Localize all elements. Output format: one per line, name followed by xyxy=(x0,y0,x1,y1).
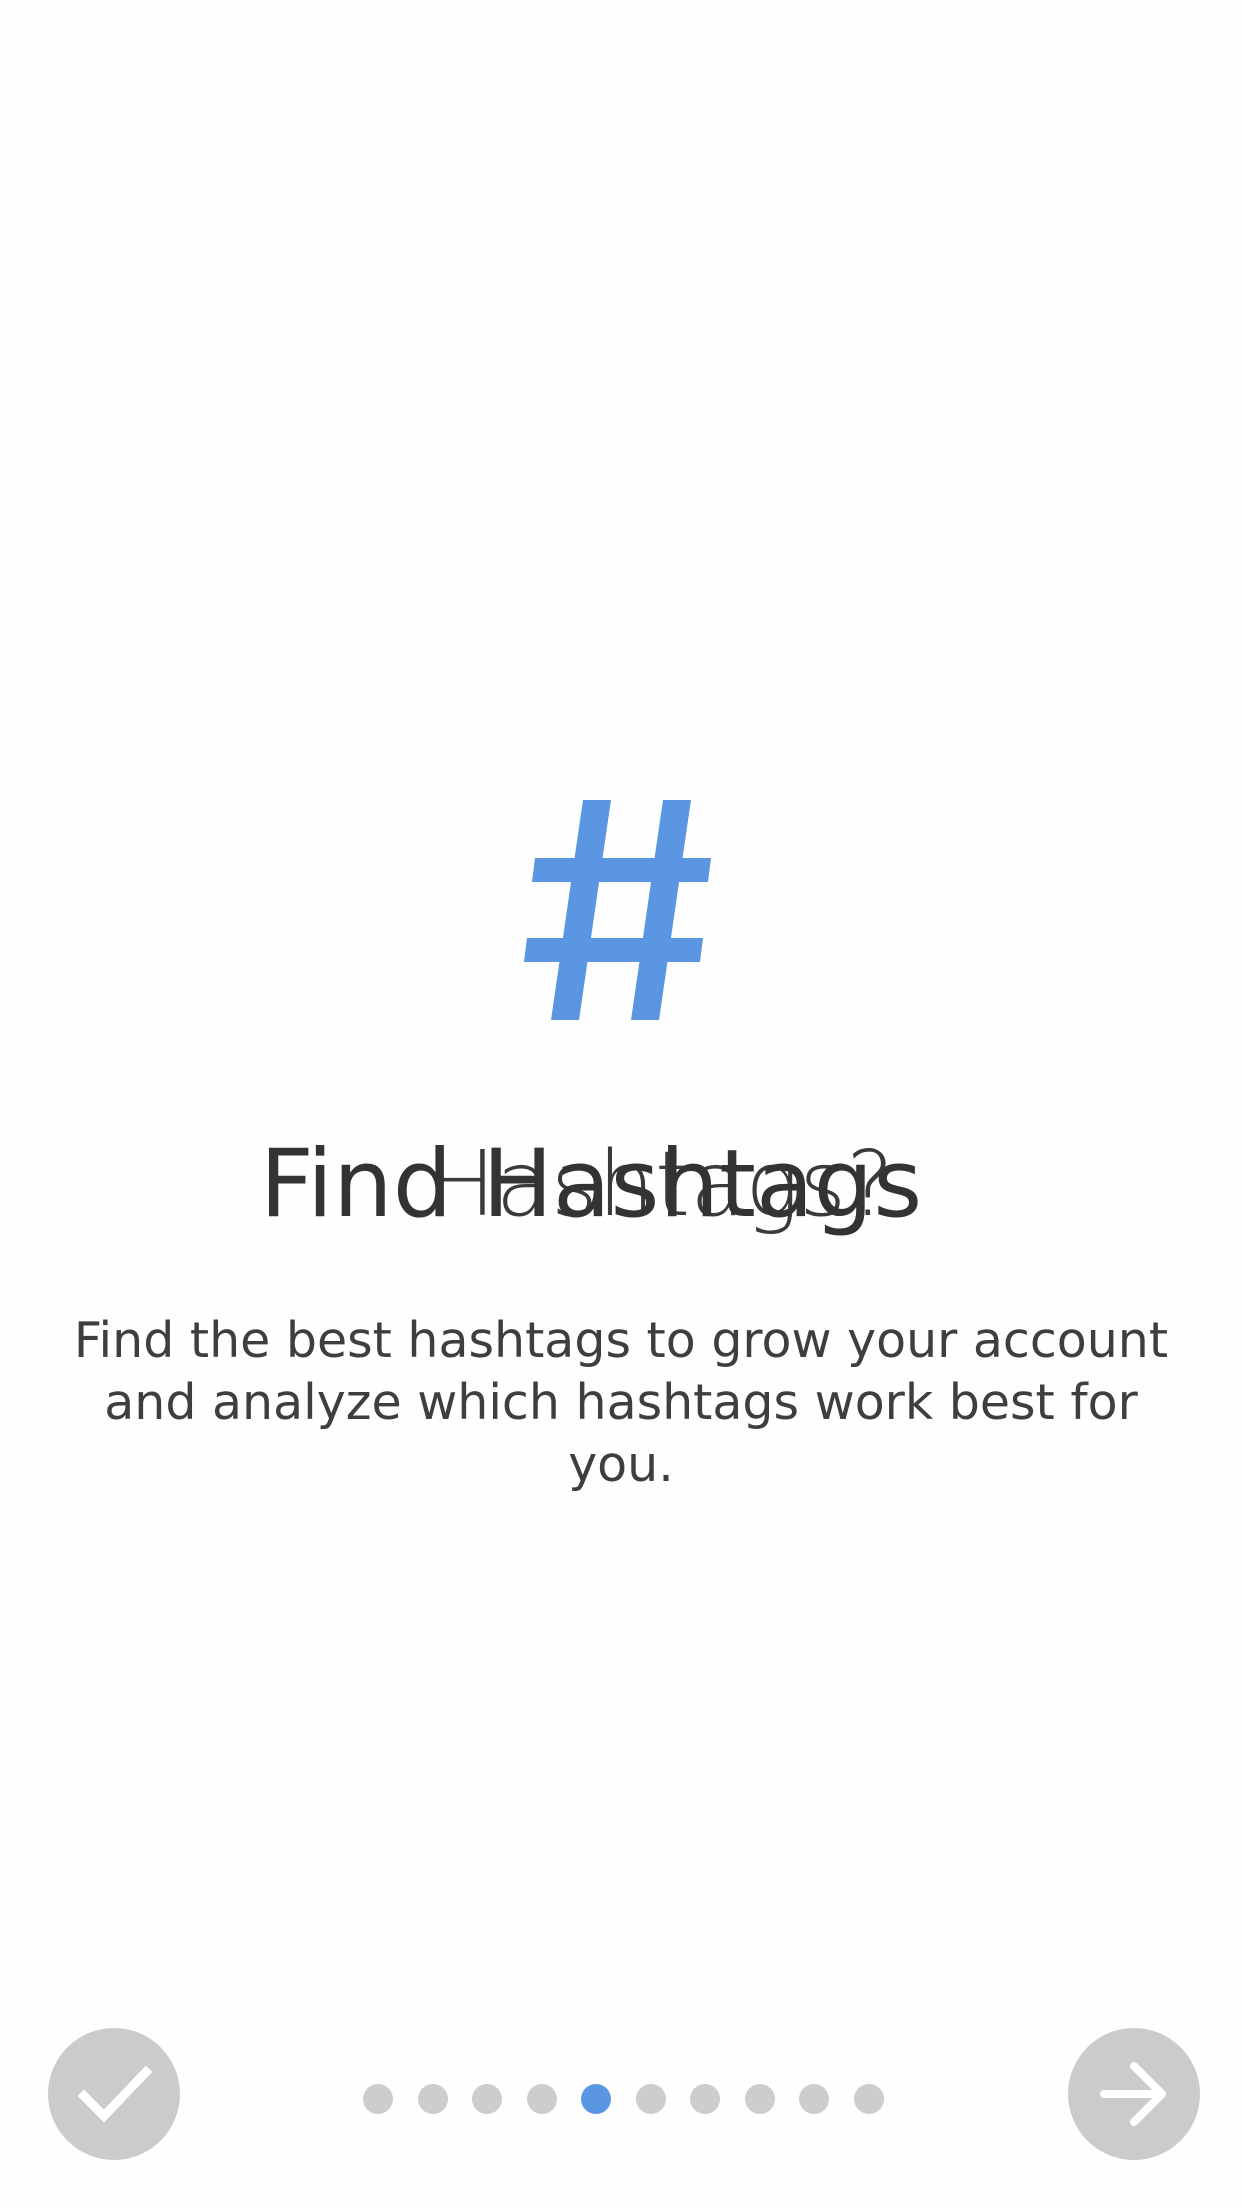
onboarding-screen: Hashtags? Find Hashtags Find the best ha… xyxy=(0,0,1242,2208)
hashtag-icon xyxy=(524,800,711,1020)
page-dot-4[interactable] xyxy=(526,2084,557,2114)
page-dot-8[interactable] xyxy=(744,2084,775,2114)
title-primary: Find Hashtags xyxy=(259,1130,923,1239)
done-button[interactable] xyxy=(48,2028,180,2160)
page-indicator xyxy=(363,2084,884,2114)
page-dot-10[interactable] xyxy=(853,2084,884,2114)
page-title: Hashtags? Find Hashtags xyxy=(0,1120,1242,1250)
page-dot-9[interactable] xyxy=(799,2084,829,2114)
page-dot-1[interactable] xyxy=(363,2084,393,2114)
page-dot-6[interactable] xyxy=(635,2084,666,2114)
page-dot-2[interactable] xyxy=(417,2084,448,2114)
next-button[interactable] xyxy=(1068,2028,1200,2160)
page-dot-3[interactable] xyxy=(472,2084,502,2114)
arrow-right-icon xyxy=(1100,2062,1166,2126)
page-dot-5[interactable] xyxy=(581,2084,611,2114)
checkmark-icon xyxy=(77,2065,153,2123)
page-dot-7[interactable] xyxy=(690,2084,720,2114)
description-line-2: and analyze which hashtags work best for… xyxy=(104,1374,1138,1493)
description: Find the best hashtags to grow your acco… xyxy=(60,1310,1182,1496)
description-line-1: Find the best hashtags to grow your acco… xyxy=(73,1312,1169,1369)
